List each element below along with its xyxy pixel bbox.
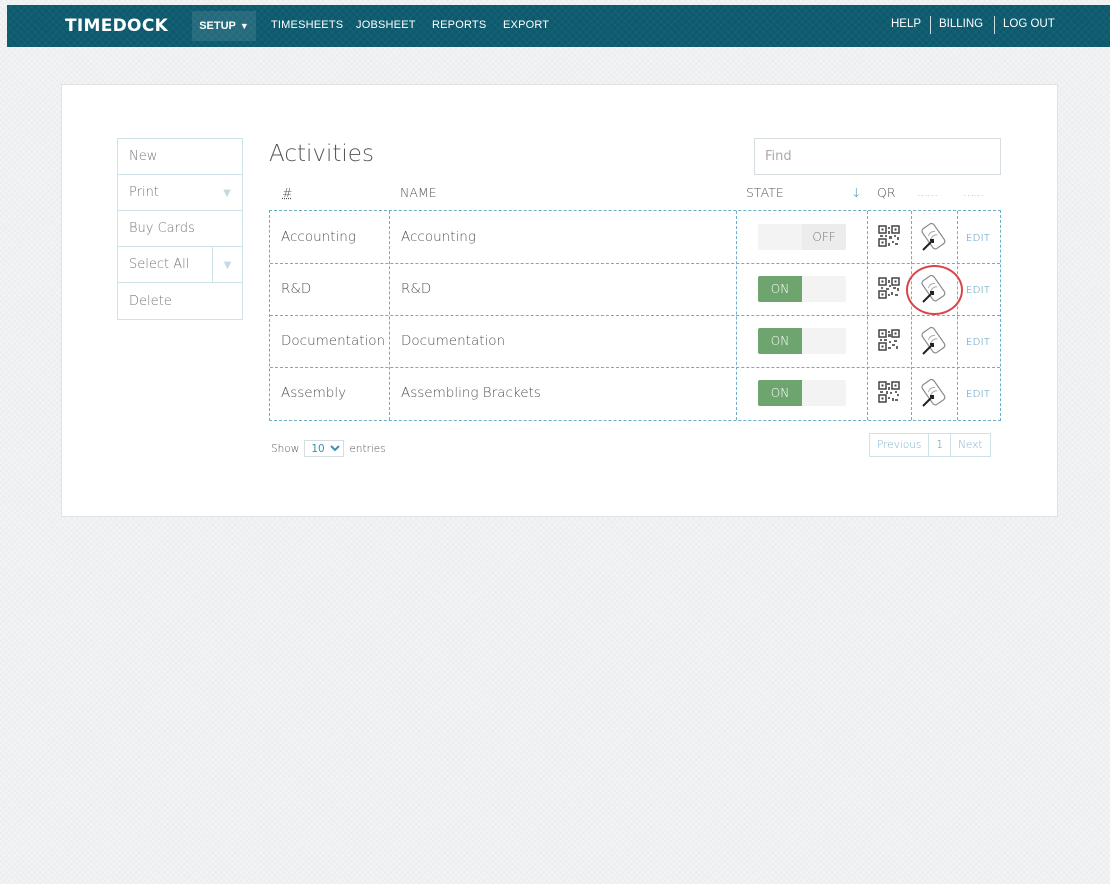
row-name: Accounting: [401, 229, 476, 245]
nav-setup-dropdown[interactable]: SETUP ▼: [192, 11, 256, 41]
card-tap-icon[interactable]: [919, 221, 949, 253]
row-code: Documentation: [281, 333, 386, 349]
show-label: Show: [271, 442, 300, 455]
entries-label: entries: [349, 442, 386, 455]
state-toggle[interactable]: ON: [758, 380, 846, 406]
row-code: Accounting: [281, 229, 356, 245]
state-toggle[interactable]: ON: [758, 328, 846, 354]
state-toggle[interactable]: OFF: [758, 224, 846, 250]
nav-billing[interactable]: BILLING: [939, 18, 983, 30]
nav-divider: [930, 16, 931, 34]
card-tap-icon[interactable]: [919, 377, 949, 409]
nav-setup-label: SETUP: [199, 20, 236, 32]
column-header-edit[interactable]: ……: [963, 186, 984, 199]
select-all-button[interactable]: Select All ▼: [118, 247, 242, 283]
nav-divider: [994, 16, 995, 34]
column-header-state[interactable]: STATE: [746, 185, 784, 200]
search-input[interactable]: [754, 138, 1001, 175]
print-button-label: Print: [129, 185, 159, 200]
card-tap-icon[interactable]: [919, 325, 949, 357]
next-page-button[interactable]: Next: [950, 434, 989, 456]
page-size-select[interactable]: 10: [304, 440, 345, 457]
edit-link[interactable]: EDIT: [966, 233, 990, 244]
actions-menu: New Print ▼ Buy Cards Select All ▼ Delet…: [117, 138, 243, 320]
nav-logout[interactable]: LOG OUT: [1003, 18, 1055, 30]
row-divider: [270, 367, 1000, 368]
state-toggle[interactable]: ON: [758, 276, 846, 302]
caret-down-icon: ▼: [239, 21, 249, 31]
new-button-label: New: [129, 149, 158, 164]
nav-export[interactable]: EXPORT: [503, 19, 549, 31]
row-code: Assembly: [281, 385, 347, 401]
previous-page-button[interactable]: Previous: [870, 434, 928, 456]
column-divider: [957, 211, 958, 420]
column-header-name[interactable]: NAME: [400, 185, 437, 200]
column-header-card[interactable]: ……: [917, 186, 938, 199]
column-header-qr[interactable]: QR: [877, 185, 896, 200]
column-divider: [389, 211, 390, 420]
delete-button[interactable]: Delete: [118, 283, 242, 319]
column-divider: [911, 211, 912, 420]
buy-cards-label: Buy Cards: [129, 221, 195, 236]
row-name: R&D: [401, 281, 432, 297]
buy-cards-button[interactable]: Buy Cards: [118, 211, 242, 247]
column-divider: [867, 211, 868, 420]
column-divider: [736, 211, 737, 420]
nav-help[interactable]: HELP: [891, 18, 921, 30]
row-name: Documentation: [401, 333, 506, 349]
row-code: R&D: [281, 281, 312, 297]
print-button[interactable]: Print ▼: [118, 175, 242, 211]
nav-jobsheet[interactable]: JOBSHEET: [356, 19, 416, 31]
sort-arrow-icon[interactable]: ↓: [851, 185, 861, 200]
state-toggle-label: ON: [758, 276, 802, 302]
qr-code-icon[interactable]: [878, 225, 900, 247]
column-header-number[interactable]: #: [282, 185, 292, 200]
row-divider: [270, 263, 1000, 264]
pagination: Previous 1 Next: [869, 433, 991, 457]
state-toggle-label: ON: [758, 380, 802, 406]
select-all-label: Select All: [129, 257, 190, 272]
edit-link[interactable]: EDIT: [966, 285, 990, 296]
delete-button-label: Delete: [129, 293, 172, 309]
nav-reports[interactable]: REPORTS: [432, 19, 486, 31]
top-navbar: TIMEDOCK SETUP ▼ TIMESHEETS JOBSHEET REP…: [7, 5, 1110, 47]
qr-code-icon[interactable]: [878, 329, 900, 351]
print-dropdown-icon[interactable]: ▼: [212, 175, 242, 210]
brand-logo[interactable]: TIMEDOCK: [65, 16, 168, 36]
new-button[interactable]: New: [118, 139, 242, 175]
page-number-button[interactable]: 1: [928, 434, 951, 456]
row-divider: [270, 315, 1000, 316]
page-title: Activities: [269, 141, 374, 167]
qr-code-icon[interactable]: [878, 381, 900, 403]
nav-timesheets[interactable]: TIMESHEETS: [271, 19, 343, 31]
state-toggle-label: ON: [758, 328, 802, 354]
state-toggle-label: OFF: [802, 224, 846, 250]
qr-code-icon[interactable]: [878, 277, 900, 299]
row-name: Assembling Brackets: [401, 385, 541, 401]
edit-link[interactable]: EDIT: [966, 337, 990, 348]
select-all-dropdown-icon[interactable]: ▼: [212, 247, 242, 282]
page-size-control: Show 10 entries: [271, 440, 386, 457]
edit-link[interactable]: EDIT: [966, 389, 990, 400]
highlight-circle: [906, 265, 963, 315]
